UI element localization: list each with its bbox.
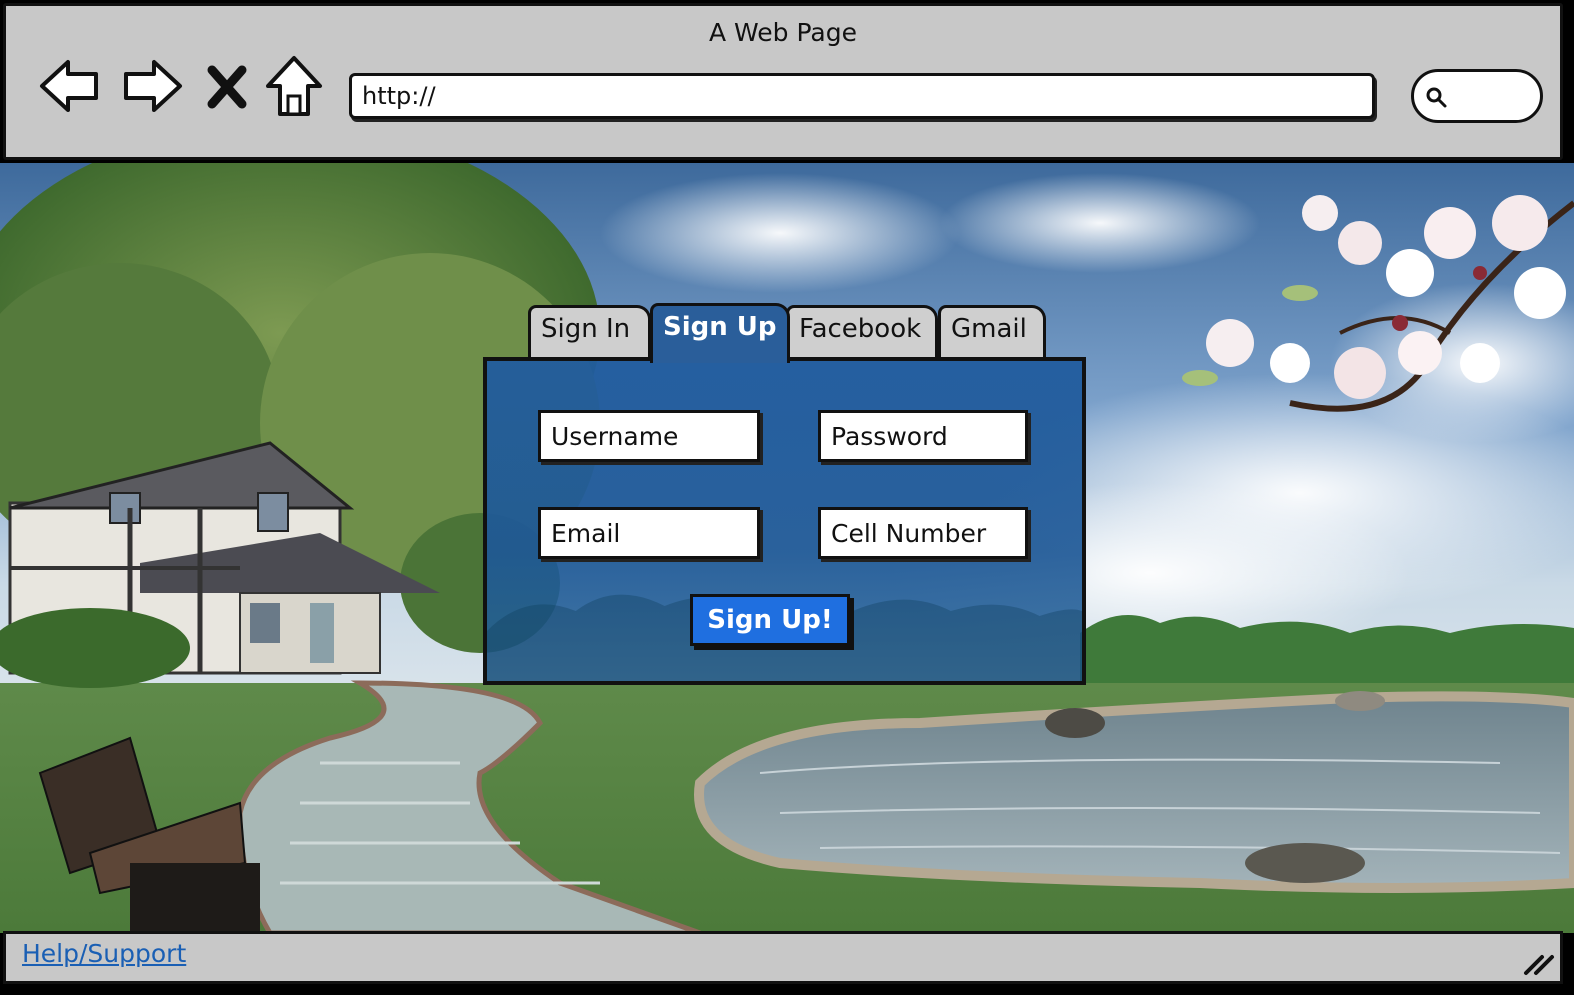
tab-sign-up[interactable]: Sign Up xyxy=(650,303,790,363)
arrow-right-icon xyxy=(124,60,182,112)
window-title: A Web Page xyxy=(708,18,858,47)
browser-toolbar: A Web Page xyxy=(3,3,1563,160)
home-button[interactable] xyxy=(264,52,324,120)
forward-button[interactable] xyxy=(118,52,186,120)
stop-button[interactable] xyxy=(202,52,252,120)
tab-sign-in[interactable]: Sign In xyxy=(528,305,651,359)
email-field[interactable] xyxy=(538,507,760,559)
password-field[interactable] xyxy=(818,410,1028,462)
tab-facebook[interactable]: Facebook xyxy=(786,305,938,359)
close-icon xyxy=(207,65,247,109)
status-bar: Help/Support xyxy=(3,931,1563,984)
browser-window: A Web Page http:// Sign In Sign Up Faceb… xyxy=(0,0,1574,995)
sign-up-button[interactable]: Sign Up! xyxy=(690,594,850,646)
search-input[interactable] xyxy=(1411,69,1543,123)
username-field[interactable] xyxy=(538,410,760,462)
arrow-left-icon xyxy=(40,60,98,112)
tab-gmail[interactable]: Gmail xyxy=(938,305,1046,359)
cell-number-field[interactable] xyxy=(818,507,1028,559)
resize-grip-icon[interactable] xyxy=(1520,947,1556,977)
home-icon xyxy=(266,56,322,116)
help-support-link[interactable]: Help/Support xyxy=(22,939,186,968)
url-input[interactable] xyxy=(349,73,1375,119)
search-icon xyxy=(1426,87,1447,108)
back-button[interactable] xyxy=(36,52,104,120)
